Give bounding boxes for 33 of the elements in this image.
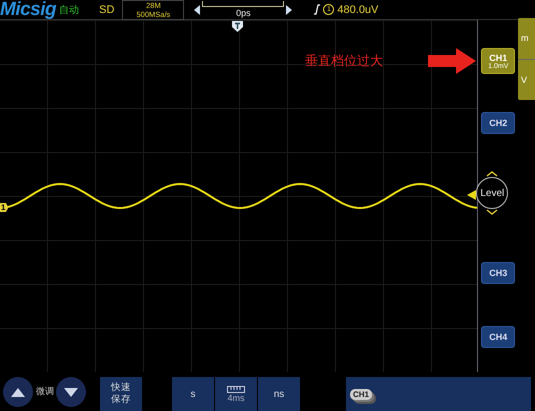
timebase-button[interactable]: 4ms [215,377,257,411]
channel-marker[interactable]: 1 [0,203,8,212]
chevron-up-icon[interactable] [486,170,498,177]
delay-value: 0ps [236,8,251,18]
trigger-level-arrow-icon[interactable] [467,190,476,200]
level-knob[interactable]: Level [476,177,508,209]
menu-label: V [518,58,535,100]
channel-select-button[interactable]: CH1 [350,388,372,400]
chevron-down-icon[interactable] [486,209,498,216]
time-unit-button[interactable]: s [172,377,214,411]
quick-save-button[interactable]: 快速保存 [100,377,142,411]
time-unit-button[interactable]: ns [258,377,300,411]
acquisition-label: SD [99,4,114,16]
pointer-arrow-icon [428,48,476,74]
rising-edge-icon [314,4,320,15]
fine-adjust-label: 微调 [36,385,54,398]
ruler-icon [227,386,245,392]
channel-button[interactable]: CH2 [481,112,516,134]
up-button[interactable] [3,377,33,407]
down-triangle-icon [63,386,79,398]
channel-button[interactable]: CH3 [481,262,516,284]
right-arrow-icon[interactable] [286,4,292,14]
menu-label: m [520,32,530,46]
left-arrow-icon[interactable] [194,4,200,14]
side-menu-panel[interactable]: m V [518,18,535,100]
mode-label: 自动 [59,4,80,16]
annotation-text: 垂直档位过大 [305,53,383,70]
brand-logo: Micsig [0,0,56,20]
trigger-position-icon[interactable] [232,21,243,32]
down-button[interactable] [56,377,86,407]
up-triangle-icon [10,386,26,398]
channel-button[interactable]: CH4 [481,326,516,348]
trigger-level: 480.0uV [337,4,378,16]
